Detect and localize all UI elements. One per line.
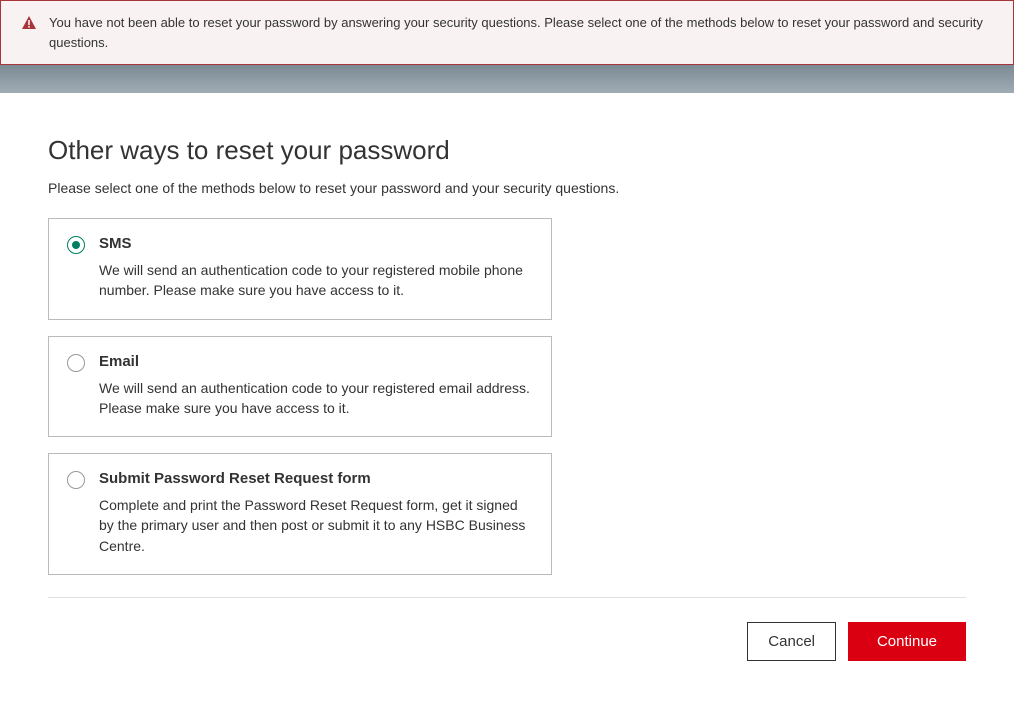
option-form-title: Submit Password Reset Request form bbox=[99, 470, 533, 487]
option-email[interactable]: Email We will send an authentication cod… bbox=[48, 336, 552, 438]
option-form[interactable]: Submit Password Reset Request form Compl… bbox=[48, 453, 552, 575]
background-spacer bbox=[0, 65, 1014, 93]
option-email-title: Email bbox=[99, 353, 533, 370]
alert-banner: You have not been able to reset your pas… bbox=[0, 0, 1014, 65]
option-email-content: Email We will send an authentication cod… bbox=[99, 353, 533, 419]
option-form-content: Submit Password Reset Request form Compl… bbox=[99, 470, 533, 556]
option-email-description: We will send an authentication code to y… bbox=[99, 378, 533, 419]
cancel-button[interactable]: Cancel bbox=[747, 622, 836, 661]
option-sms[interactable]: SMS We will send an authentication code … bbox=[48, 218, 552, 320]
main-content-card: Other ways to reset your password Please… bbox=[0, 93, 1014, 701]
continue-button[interactable]: Continue bbox=[848, 622, 966, 661]
radio-sms[interactable] bbox=[67, 236, 85, 254]
radio-form[interactable] bbox=[67, 471, 85, 489]
radio-email[interactable] bbox=[67, 354, 85, 372]
page-title: Other ways to reset your password bbox=[48, 135, 966, 166]
page-subtitle: Please select one of the methods below t… bbox=[48, 180, 966, 196]
warning-icon bbox=[21, 15, 37, 36]
option-sms-title: SMS bbox=[99, 235, 533, 252]
alert-message: You have not been able to reset your pas… bbox=[49, 13, 993, 52]
button-row: Cancel Continue bbox=[48, 622, 966, 661]
option-sms-content: SMS We will send an authentication code … bbox=[99, 235, 533, 301]
divider bbox=[48, 597, 966, 598]
option-sms-description: We will send an authentication code to y… bbox=[99, 260, 533, 301]
option-form-description: Complete and print the Password Reset Re… bbox=[99, 495, 533, 556]
